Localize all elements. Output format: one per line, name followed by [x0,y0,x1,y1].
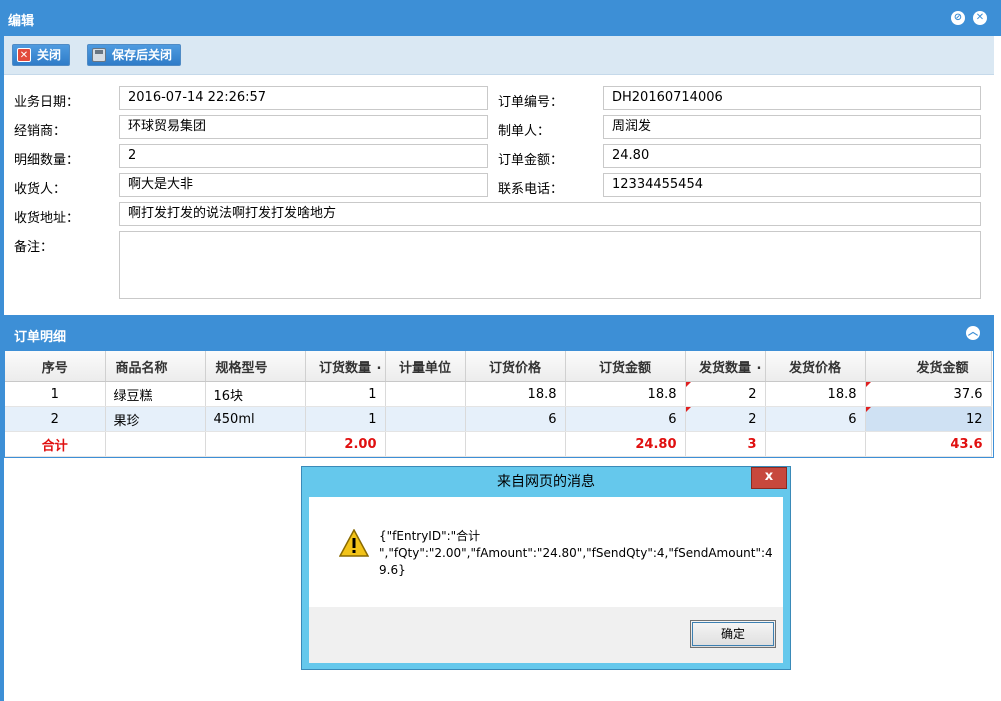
col-header-seq[interactable]: 序号 [5,351,106,382]
scrollbar-area [994,36,1001,701]
creator-label: 制单人： [498,124,551,139]
dealer-field[interactable]: 环球贸易集团 [119,115,488,139]
cell-order-qty[interactable]: 1 [305,381,386,407]
detail-section-header: 订单明细 ︿ [4,315,994,351]
cell-order-amount[interactable]: 6 [565,406,686,432]
remark-label: 备注： [14,240,54,255]
detail-count-label: 明细数量： [14,153,80,168]
cell-spec[interactable]: 16块 [205,381,306,407]
col-header-order-qty[interactable]: 订货数量. [305,351,386,382]
cell-order-qty[interactable]: 1 [305,406,386,432]
cell-order-price[interactable]: 18.8 [465,381,566,407]
cell-spec[interactable]: 450ml [205,406,306,432]
col-header-send-amount[interactable]: 发货金额 [865,351,992,382]
address-field[interactable]: 啊打发打发的说法啊打发打发啥地方 [119,202,981,226]
detail-section-title: 订单明细 [14,330,67,345]
close-button-label: 关闭 [37,48,62,62]
total-row: 合计 2.00 24.80 3 43.6 [5,431,992,457]
cell-seq[interactable]: 2 [5,406,106,432]
total-order-amount: 24.80 [565,431,686,457]
cell-send-qty[interactable]: 2 [685,381,766,407]
total-cell-empty [465,431,566,457]
total-cell-empty [765,431,866,457]
col-header-unit[interactable]: 计量单位 [385,351,466,382]
col-header-send-price[interactable]: 发货价格 [765,351,866,382]
remark-textarea[interactable] [119,231,981,299]
col-header-send-qty[interactable]: 发货数量. [685,351,766,382]
cell-unit[interactable] [385,406,466,432]
collapse-icon[interactable]: ︿ [966,326,980,340]
cell-seq[interactable]: 1 [5,381,106,407]
dialog-footer: 确定 [309,607,783,663]
order-no-field[interactable]: DH20160714006 [603,86,981,110]
order-no-label: 订单编号： [498,95,564,110]
dialog-body: {"fEntryID":"合计 ","fQty":"2.00","fAmount… [309,497,783,607]
window-titlebar: 编辑 ⊘ ✕ [0,0,1001,36]
receiver-field[interactable]: 啊大是大非 [119,173,488,197]
window-title: 编辑 [8,14,35,29]
save-close-button-label: 保存后关闭 [112,48,173,62]
restore-icon[interactable]: ⊘ [951,11,965,25]
creator-field[interactable]: 周润发 [603,115,981,139]
cell-unit[interactable] [385,381,466,407]
grid-header-row: 序号 商品名称 规格型号 订货数量. 计量单位 订货价格 订货金额 发货数量. … [5,351,992,382]
toolbar: 关闭 保存后关闭 [4,36,994,75]
total-order-qty: 2.00 [305,431,386,457]
cell-send-amount-selected[interactable]: 12 [865,406,992,432]
cell-order-price[interactable]: 6 [465,406,566,432]
cell-send-amount[interactable]: 37.6 [865,381,992,407]
warning-icon [339,529,369,557]
total-cell-empty [385,431,466,457]
dialog-close-button[interactable]: x [751,467,787,489]
phone-field[interactable]: 12334455454 [603,173,981,197]
col-header-send-qty-label: 发货数量 [698,360,751,376]
dealer-label: 经销商： [14,124,67,139]
receiver-label: 收货人： [14,182,67,197]
col-header-order-amount[interactable]: 订货金额 [565,351,686,382]
close-window-icon[interactable]: ✕ [973,11,987,25]
phone-label: 联系电话： [498,182,564,197]
dialog-title: 来自网页的消息 [497,474,595,490]
total-send-qty: 3 [685,431,766,457]
cell-send-qty[interactable]: 2 [685,406,766,432]
business-date-label: 业务日期： [14,95,80,110]
dialog-message: {"fEntryID":"合计 ","fQty":"2.00","fAmount… [379,529,773,577]
close-icon [17,46,31,66]
cell-order-amount[interactable]: 18.8 [565,381,686,407]
cell-send-price[interactable]: 18.8 [765,381,866,407]
col-header-spec[interactable]: 规格型号 [205,351,306,382]
close-button[interactable]: 关闭 [12,44,70,66]
save-and-close-button[interactable]: 保存后关闭 [87,44,181,66]
table-row[interactable]: 1 绿豆糕 16块 1 18.8 18.8 2 18.8 37.6 [5,381,992,407]
total-cell-empty [105,431,206,457]
col-header-order-price[interactable]: 订货价格 [465,351,566,382]
table-row[interactable]: 2 果珍 450ml 1 6 6 2 6 12 [5,406,992,432]
total-label: 合计 [5,431,106,457]
address-label: 收货地址： [14,211,80,226]
business-date-field[interactable]: 2016-07-14 22:26:57 [119,86,488,110]
total-cell-empty [205,431,306,457]
total-send-amount: 43.6 [865,431,992,457]
cell-product[interactable]: 果珍 [105,406,206,432]
order-amount-field[interactable]: 24.80 [603,144,981,168]
detail-count-field[interactable]: 2 [119,144,488,168]
save-icon [92,48,106,62]
col-header-product[interactable]: 商品名称 [105,351,206,382]
alert-dialog: 来自网页的消息 x {"fEntryID":"合计 ","fQty":"2.00… [301,466,791,670]
col-header-order-qty-label: 订货数量 [318,360,371,376]
cell-send-price[interactable]: 6 [765,406,866,432]
ok-button[interactable]: 确定 [690,620,776,648]
detail-grid: 序号 商品名称 规格型号 订货数量. 计量单位 订货价格 订货金额 发货数量. … [4,351,994,458]
order-amount-label: 订单金额： [498,153,564,168]
cell-product[interactable]: 绿豆糕 [105,381,206,407]
